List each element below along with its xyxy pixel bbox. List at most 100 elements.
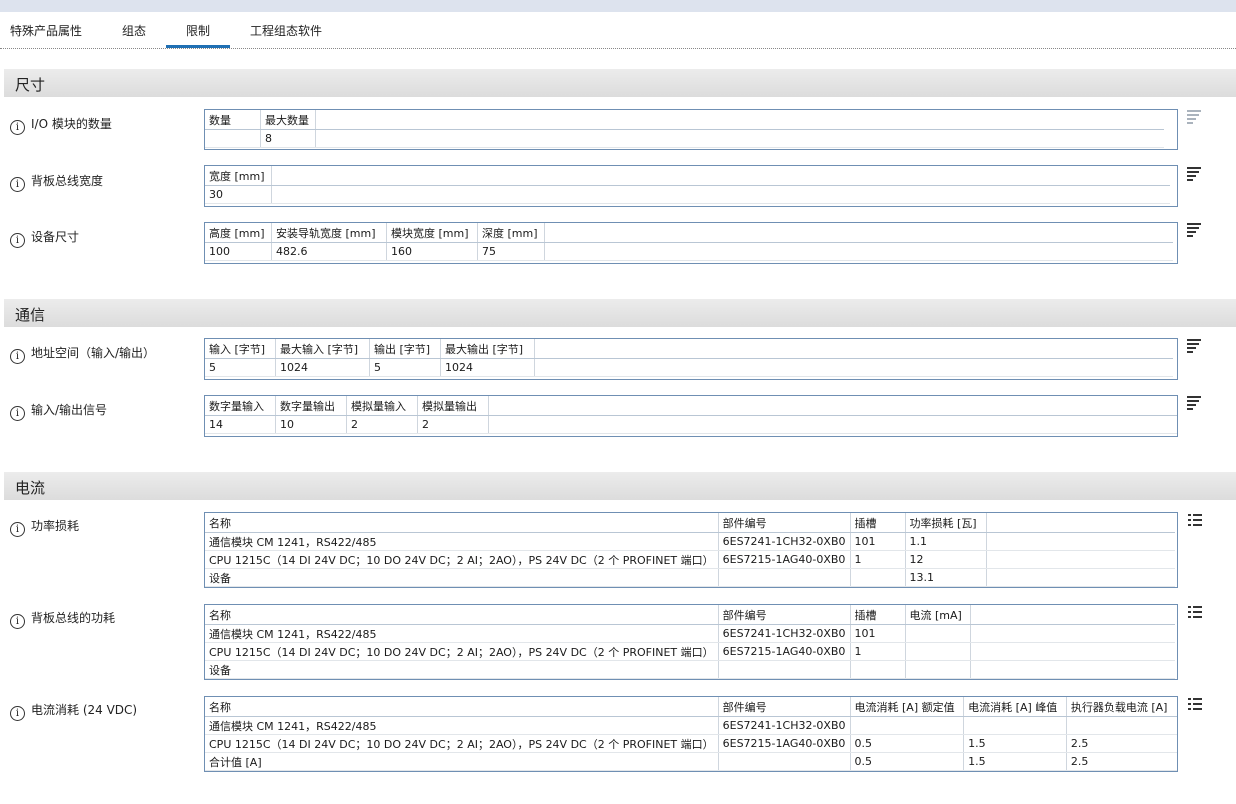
col-header: 名称 [205,697,719,717]
row-label-current-24v: i 电流消耗 (24 VDC) [10,701,137,721]
table-cell [905,660,971,679]
table-cell: 6ES7215-1AG40-0XB0 [718,550,851,569]
tab-label: 限制 [185,24,210,38]
table-row[interactable]: 设备 13.1 [205,568,1175,587]
info-icon[interactable]: i [10,177,25,192]
label-text: 地址空间（输入/输出） [31,346,156,360]
filler [970,624,1175,643]
table-cell[interactable]: 2 [417,415,489,434]
label-text: 电流消耗 (24 VDC) [31,703,138,717]
col-header: 插槽 [850,605,906,625]
info-icon[interactable]: i [10,522,25,537]
label-text: 设备尺寸 [31,230,80,244]
table-row[interactable]: 合计值 [A] 0.5 1.5 2.5 [205,752,1177,771]
filler [315,110,1164,130]
col-header: 插槽 [850,513,906,533]
table-row[interactable]: 通信模块 CM 1241，RS422/485 6ES7241-1CH32-0XB0… [205,624,1175,643]
table-power-loss: 名称 部件编号 插槽 功率损耗 [瓦] 通信模块 CM 1241，RS422/485 6… [204,512,1178,588]
table-cell: 6ES7215-1AG40-0XB0 [718,642,851,661]
table-cell[interactable]: 2 [346,415,418,434]
table-row[interactable]: 通信模块 CM 1241，RS422/485 6ES7241-1CH32-0XB0… [205,532,1175,551]
table-row[interactable]: 设备 [205,660,1175,679]
table-cell[interactable]: 5 [369,358,441,377]
filler [315,129,1164,148]
sort-icon[interactable] [1187,223,1201,237]
label-text: 功率损耗 [31,519,80,533]
info-icon[interactable]: i [10,233,25,248]
table-cell[interactable] [205,129,261,148]
table-cell[interactable]: 160 [386,242,478,261]
col-header: 数量 [205,110,261,130]
table-row[interactable]: CPU 1215C（14 DI 24V DC；10 DO 24V DC；2 AI… [205,734,1177,753]
tab-special-properties[interactable]: 特殊产品属性 [6,22,86,48]
col-header: 电流消耗 [A] 额定值 [850,697,965,717]
label-text: 输入/输出信号 [31,403,108,417]
sort-icon[interactable] [1187,396,1201,410]
info-icon[interactable]: i [10,349,25,364]
tab-label: 特殊产品属性 [9,24,82,38]
table-cell[interactable]: 8 [260,129,316,148]
table-cell[interactable]: 482.6 [271,242,387,261]
table-cell: 1.5 [963,734,1067,753]
sort-icon[interactable] [1187,339,1201,353]
table-cell[interactable]: 10 [275,415,347,434]
table-cell: 通信模块 CM 1241，RS422/485 [205,624,719,643]
col-header: 数字量输入 [205,396,276,416]
table-cell[interactable]: 14 [205,415,276,434]
col-header: 模拟量输出 [417,396,489,416]
table-cell[interactable]: 5 [205,358,276,377]
info-icon[interactable]: i [10,406,25,421]
table-cell[interactable]: 30 [205,185,272,204]
table-cell: 合计值 [A] [205,752,719,771]
filler [970,660,1175,679]
list-view-icon[interactable] [1188,698,1202,710]
tab-bar: 特殊产品属性 组态 限制 工程组态软件 [0,12,1236,49]
col-header: 输入 [字节] [205,339,276,359]
label-text: 背板总线宽度 [31,174,104,188]
section-title: 电流 [15,479,46,497]
table-cell: CPU 1215C（14 DI 24V DC；10 DO 24V DC；2 AI… [205,734,719,753]
table-cell[interactable]: 1024 [440,358,535,377]
info-icon[interactable]: i [10,120,25,135]
table-cell: 1 [850,550,906,569]
row-label-address-space: i 地址空间（输入/输出） [10,344,155,364]
table-cell[interactable]: 1024 [275,358,370,377]
table-row[interactable]: CPU 1215C（14 DI 24V DC；10 DO 24V DC；2 AI… [205,550,1175,569]
list-view-icon[interactable] [1188,514,1202,526]
table-cell: 101 [850,624,906,643]
info-icon[interactable]: i [10,614,25,629]
col-header: 宽度 [mm] [205,166,272,186]
col-header: 数字量输出 [275,396,347,416]
section-header-current[interactable]: 电流 [4,472,1236,500]
table-cell [718,752,851,771]
col-header: 部件编号 [718,513,851,533]
filler [986,550,1175,569]
table-cell[interactable]: 100 [205,242,272,261]
col-header: 名称 [205,513,719,533]
section-header-size[interactable]: 尺寸 [4,69,1236,97]
section-header-communication[interactable]: 通信 [4,299,1236,327]
tab-engineering-software[interactable]: 工程组态软件 [244,22,328,48]
sort-icon[interactable] [1187,167,1201,181]
table-cell: 13.1 [905,568,987,587]
col-header: 电流消耗 [A] 峰值 [963,697,1067,717]
tab-limits[interactable]: 限制 [166,22,230,48]
table-address-space: 输入 [字节] 最大输入 [字节] 输出 [字节] 最大输出 [字节] 5 1024 5 1… [204,338,1178,380]
table-cell[interactable]: 75 [477,242,545,261]
top-strip [0,0,1236,12]
table-row[interactable]: CPU 1215C（14 DI 24V DC；10 DO 24V DC；2 AI… [205,642,1175,661]
table-cell: 通信模块 CM 1241，RS422/485 [205,716,719,735]
sort-icon[interactable] [1187,110,1201,124]
row-label-io-signals: i 输入/输出信号 [10,401,107,421]
table-cell: 2.5 [1066,752,1177,771]
tab-configuration[interactable]: 组态 [112,22,156,48]
table-device-size: 高度 [mm] 安装导轨宽度 [mm] 模块宽度 [mm] 深度 [mm] 100 48… [204,222,1178,264]
filler [271,166,1170,186]
filler [970,642,1175,661]
table-cell [850,660,906,679]
table-row[interactable]: 通信模块 CM 1241，RS422/485 6ES7241-1CH32-0XB0 [205,716,1177,735]
filler [970,605,1175,625]
col-header: 名称 [205,605,719,625]
list-view-icon[interactable] [1188,606,1202,618]
info-icon[interactable]: i [10,706,25,721]
